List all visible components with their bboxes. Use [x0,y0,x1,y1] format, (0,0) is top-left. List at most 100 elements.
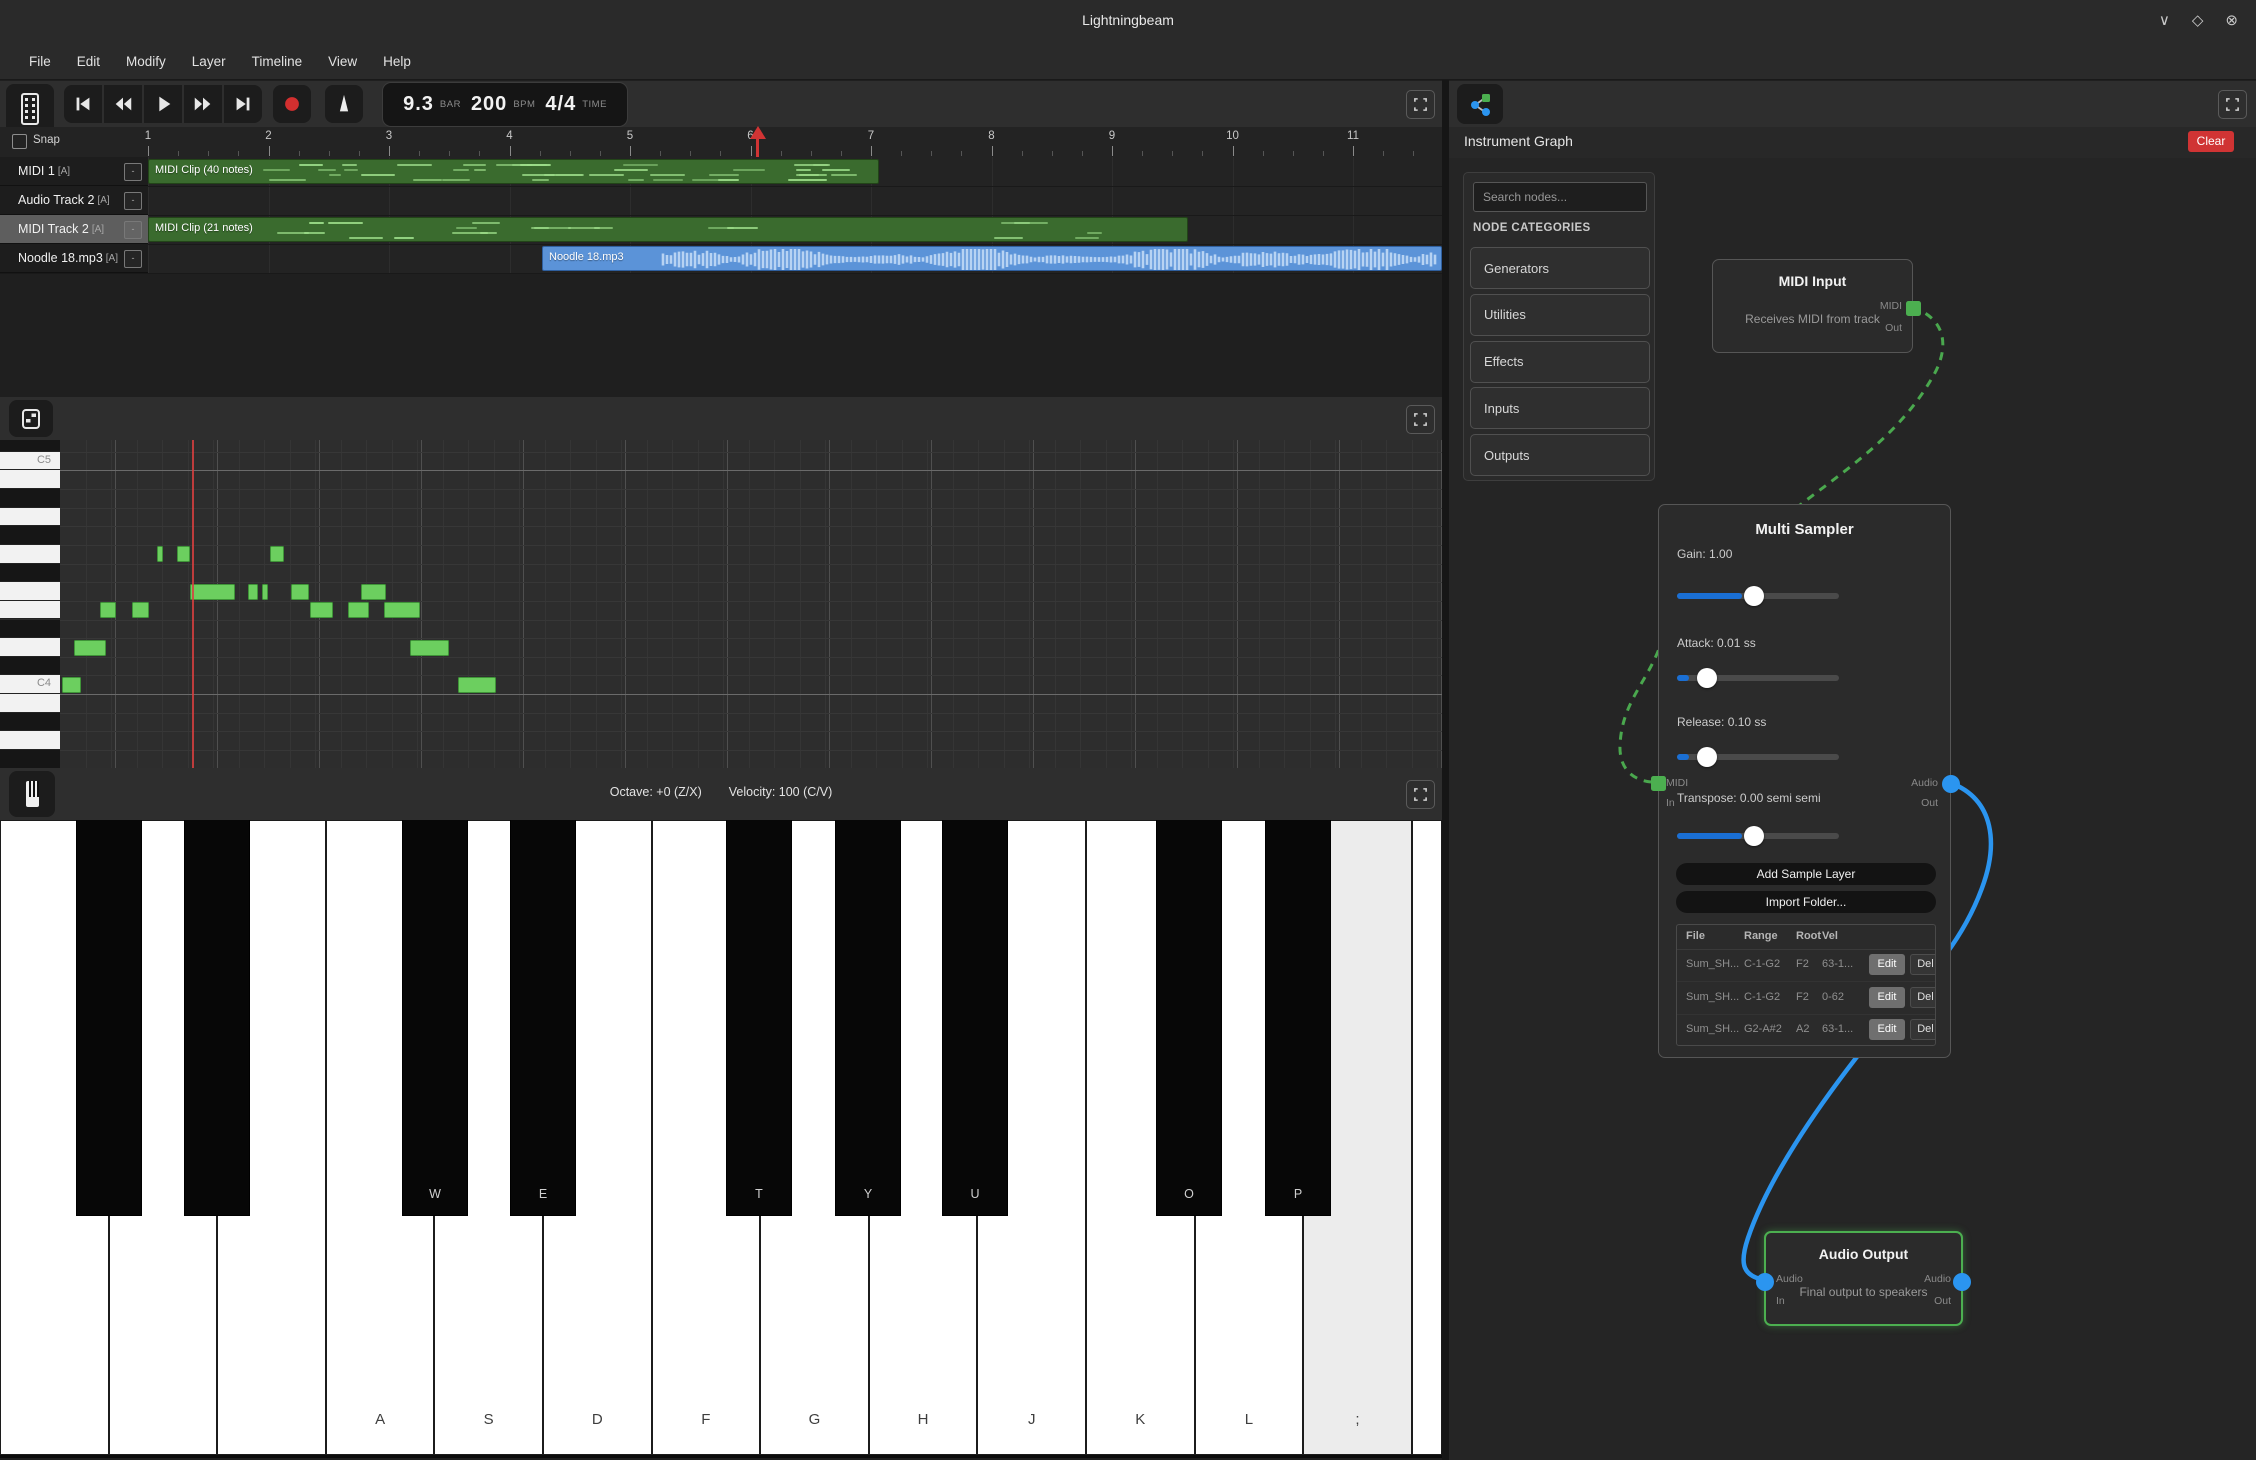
midi-note-f4[interactable] [361,584,386,600]
slider-knob[interactable] [1744,586,1764,606]
black-key-2[interactable] [184,820,250,1216]
roll-key-as3[interactable] [0,713,60,732]
roll-key-gs4[interactable] [0,526,60,545]
rewind-button[interactable] [104,85,142,123]
black-key-8[interactable]: O [1156,820,1222,1216]
edit-button[interactable]: Edit [1869,1019,1905,1040]
play-button[interactable] [144,85,182,123]
edit-button[interactable]: Edit [1869,987,1905,1008]
metronome-button[interactable] [325,85,363,123]
roll-key-gs3[interactable] [0,750,60,768]
clear-graph-button[interactable]: Clear [2188,131,2234,152]
node-audio-output[interactable]: Audio Output Audio In Final output to sp… [1764,1231,1963,1326]
track-header-midi-track-2[interactable]: MIDI Track 2[A]- [0,215,148,244]
track-mini-button[interactable]: - [124,163,142,181]
param-slider[interactable] [1677,593,1839,599]
delete-button[interactable]: Del [1910,1019,1936,1040]
menu-timeline[interactable]: Timeline [239,50,316,73]
skip-start-button[interactable] [64,85,102,123]
piano-roll-expand-button[interactable] [1406,405,1435,434]
delete-button[interactable]: Del [1910,954,1936,975]
midi-note-d4[interactable] [74,640,106,656]
fast-forward-button[interactable] [184,85,222,123]
track-mini-button[interactable]: - [124,192,142,210]
menu-layer[interactable]: Layer [179,50,239,73]
roll-key-f4[interactable] [0,582,60,601]
category-generators[interactable]: Generators [1470,247,1650,289]
audio-out-port[interactable] [1942,775,1960,793]
category-utilities[interactable]: Utilities [1470,294,1650,336]
timeline-ruler[interactable]: Snap 1234567891011 [0,127,1442,158]
node-midi-input[interactable]: MIDI Input Receives MIDI from track MIDI… [1712,259,1913,353]
param-slider[interactable] [1677,754,1839,760]
white-key-14[interactable] [1412,820,1442,1455]
time-signature-value[interactable]: 4/4 [545,93,576,116]
maximize-button[interactable]: ◇ [2192,10,2204,32]
midi-note-d4[interactable] [410,640,449,656]
roll-playhead[interactable] [192,440,194,768]
menu-edit[interactable]: Edit [64,50,113,73]
black-key-3[interactable]: W [402,820,468,1216]
edit-button[interactable]: Edit [1869,954,1905,975]
slider-knob[interactable] [1697,747,1717,767]
timeline-expand-button[interactable] [1406,90,1435,119]
panel-divider[interactable] [1442,80,1449,1460]
audio-clip[interactable]: Noodle 18.mp3 [542,246,1442,271]
roll-key-d4[interactable] [0,638,60,657]
skip-end-button[interactable] [224,85,262,123]
slider-knob[interactable] [1744,826,1764,846]
roll-key-b4[interactable] [0,470,60,489]
roll-key-ds4[interactable] [0,620,60,639]
delete-button[interactable]: Del [1910,987,1936,1008]
category-outputs[interactable]: Outputs [1470,434,1650,476]
roll-key-cs4[interactable] [0,657,60,676]
roll-key-b3[interactable] [0,694,60,713]
midi-note-c4[interactable] [62,677,81,693]
bpm-value[interactable]: 200 [471,93,507,116]
sampler-button-add-sample-layer[interactable]: Add Sample Layer [1676,863,1936,885]
track-header-midi-1[interactable]: MIDI 1[A]- [0,157,148,186]
midi-note-f4[interactable] [262,584,268,600]
roll-key-a3[interactable] [0,731,60,750]
menu-modify[interactable]: Modify [113,50,179,73]
category-effects[interactable]: Effects [1470,341,1650,383]
roll-key-c5[interactable]: C5 [0,452,60,471]
midi-out-port[interactable] [1906,301,1921,316]
midi-note-e4[interactable] [100,602,116,618]
midi-note-g4[interactable] [270,546,284,562]
audio-in-port[interactable] [1756,1273,1774,1291]
menu-view[interactable]: View [315,50,370,73]
midi-clip[interactable]: MIDI Clip (21 notes) [148,217,1188,242]
param-slider[interactable] [1677,833,1839,839]
record-button[interactable] [273,85,311,123]
midi-note-e4[interactable] [384,602,420,618]
track-mini-button[interactable]: - [124,221,142,239]
close-button[interactable]: ⊗ [2225,10,2238,32]
midi-note-e4[interactable] [310,602,333,618]
slider-knob[interactable] [1697,668,1717,688]
midi-note-f4[interactable] [190,584,235,600]
roll-key-g4[interactable] [0,545,60,564]
track-header-noodle-18-mp3[interactable]: Noodle 18.mp3[A]- [0,244,148,273]
midi-clip[interactable]: MIDI Clip (40 notes) [148,159,879,184]
menu-file[interactable]: File [16,50,64,73]
graph-expand-button[interactable] [2218,90,2247,119]
track-header-audio-track-2[interactable]: Audio Track 2[A]- [0,186,148,215]
track-mini-button[interactable]: - [124,250,142,268]
black-key-4[interactable]: E [510,820,576,1216]
piano-roll-grid[interactable]: C5 C4 [0,440,1442,768]
category-inputs[interactable]: Inputs [1470,387,1650,429]
midi-in-port[interactable] [1651,776,1666,791]
roll-key-c4[interactable]: C4 [0,675,60,694]
roll-key-cs5[interactable] [0,440,60,452]
midi-note-g4[interactable] [157,546,163,562]
search-input[interactable] [1473,182,1647,212]
node-graph-mode-button[interactable] [1457,84,1503,124]
sampler-button-import-folder-[interactable]: Import Folder... [1676,891,1936,913]
playhead-marker[interactable] [756,137,759,157]
audio-out-port[interactable] [1953,1273,1971,1291]
param-slider[interactable] [1677,675,1839,681]
roll-key-as4[interactable] [0,489,60,508]
black-key-9[interactable]: P [1265,820,1331,1216]
midi-note-g4[interactable] [177,546,190,562]
